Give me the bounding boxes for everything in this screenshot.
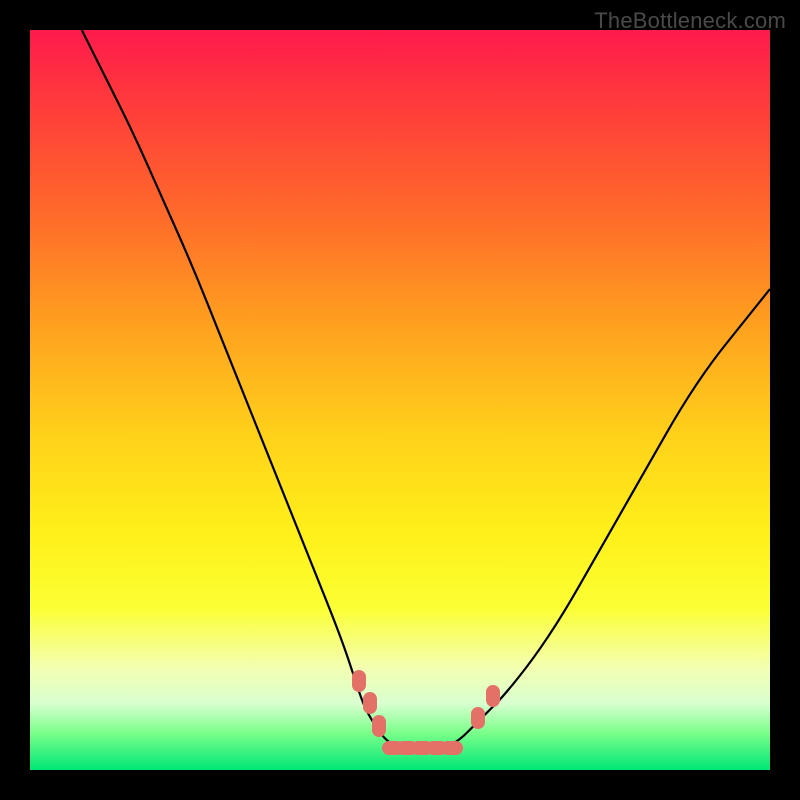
plot-area bbox=[30, 30, 770, 770]
data-marker bbox=[486, 685, 500, 707]
watermark-label: TheBottleneck.com bbox=[594, 8, 786, 34]
data-marker bbox=[363, 692, 377, 714]
chart-frame: TheBottleneck.com bbox=[0, 0, 800, 800]
marker-layer bbox=[30, 30, 770, 770]
data-marker bbox=[471, 707, 485, 729]
data-marker bbox=[352, 670, 366, 692]
data-marker bbox=[372, 715, 386, 737]
data-marker bbox=[441, 741, 463, 755]
